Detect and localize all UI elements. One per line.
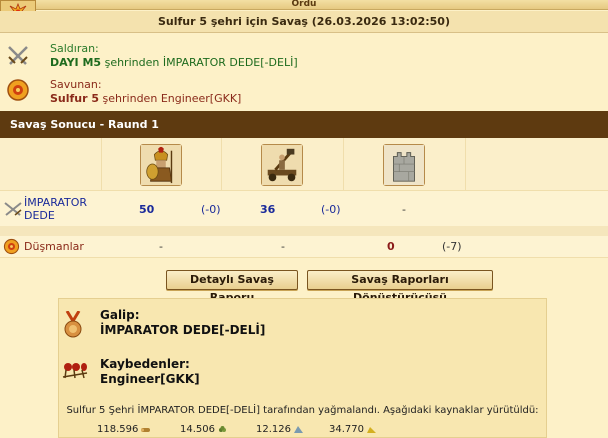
defender-block: Savunan: Sulfur 5 şehrinden Engineer[GKK…	[0, 74, 608, 108]
attacker-player-link[interactable]: İMPARATOR DEDE[-DELİ]	[163, 56, 298, 69]
defender-player-link[interactable]: Engineer[GKK]	[161, 92, 242, 105]
attacker-from-text: şehrinden	[101, 56, 163, 69]
crossed-swords-icon	[8, 46, 28, 65]
enemy-row	[0, 236, 608, 258]
attacker-line: DAYI M5 şehrinden İMPARATOR DEDE[-DELİ]	[50, 56, 298, 69]
attacker-unit1-loss: (-0)	[201, 203, 221, 216]
fallen-soldiers-icon	[62, 363, 88, 379]
wood-amount: 118.596	[97, 424, 139, 435]
sulfur-amount: 34.770	[329, 424, 364, 435]
attacker-unit3-count: -	[402, 203, 406, 216]
attacker-unit2-loss: (-0)	[321, 203, 341, 216]
sulfur-icon	[367, 426, 376, 433]
marble-icon	[294, 425, 303, 433]
defender-label: Savunan:	[50, 78, 102, 91]
plunder-text: Sulfur 5 Şehri İMPARATOR DEDE[-DELİ] tar…	[66, 405, 539, 416]
attacker-row-name[interactable]: İMPARATOR DEDE	[24, 196, 100, 222]
resource-wood: 118.596	[97, 424, 151, 435]
hoplite-icon[interactable]	[140, 144, 182, 186]
attacker-city-link[interactable]: DAYI M5	[50, 56, 101, 69]
enemy-unit3-count: 0	[387, 240, 395, 253]
crossed-swords-icon	[4, 202, 22, 216]
medal-icon	[64, 311, 82, 338]
resource-sulfur: 34.770	[329, 424, 376, 435]
winner-name: İMPARATOR DEDE[-DELİ]	[100, 323, 266, 337]
enemy-row-name: Düşmanlar	[24, 240, 84, 253]
winner-label: Galip:	[100, 308, 140, 322]
enemy-unit3-loss: (-7)	[442, 240, 462, 253]
shield-icon	[3, 238, 20, 255]
attacker-block: Saldıran: DAYI M5 şehrinden İMPARATOR DE…	[0, 38, 608, 72]
enemy-unit1-count: -	[159, 240, 163, 253]
attacker-unit1-count: 50	[139, 203, 155, 216]
shield-icon	[7, 79, 29, 101]
loser-label: Kaybedenler:	[100, 357, 190, 371]
catapult-icon[interactable]	[261, 144, 303, 186]
window-titlebar: Ordu	[0, 0, 608, 10]
wood-icon	[141, 427, 151, 432]
unit-header-row	[0, 138, 608, 191]
report-converter-button[interactable]: Savaş Raporları Dönüştürücüsü	[307, 270, 493, 304]
defender-city-link[interactable]: Sulfur 5	[50, 92, 99, 105]
window-title: Ordu	[291, 0, 317, 9]
wall-icon[interactable]	[383, 144, 425, 186]
attacker-unit2-count: 36	[260, 203, 276, 216]
detailed-report-button[interactable]: Detaylı Savaş Raporu	[166, 270, 298, 304]
battle-title: Sulfur 5 şehri için Savaş (26.03.2026 13…	[0, 11, 608, 33]
row-spacer	[0, 226, 608, 236]
defender-line: Sulfur 5 şehrinden Engineer[GKK]	[50, 92, 241, 105]
marble-amount: 12.126	[256, 424, 291, 435]
wine-amount: 14.506	[180, 424, 215, 435]
wine-icon	[219, 425, 226, 432]
enemy-unit2-count: -	[281, 240, 285, 253]
loser-name: Engineer[GKK]	[100, 372, 200, 386]
battle-summary: Galip: İMPARATOR DEDE[-DELİ] Kaybedenler…	[58, 298, 547, 438]
resource-marble: 12.126	[256, 424, 303, 435]
defender-from-text: şehrinden	[99, 92, 161, 105]
attacker-label: Saldıran:	[50, 42, 99, 55]
resource-wine: 14.506	[180, 424, 227, 435]
battle-result-header: Savaş Sonucu - Raund 1	[0, 111, 608, 138]
